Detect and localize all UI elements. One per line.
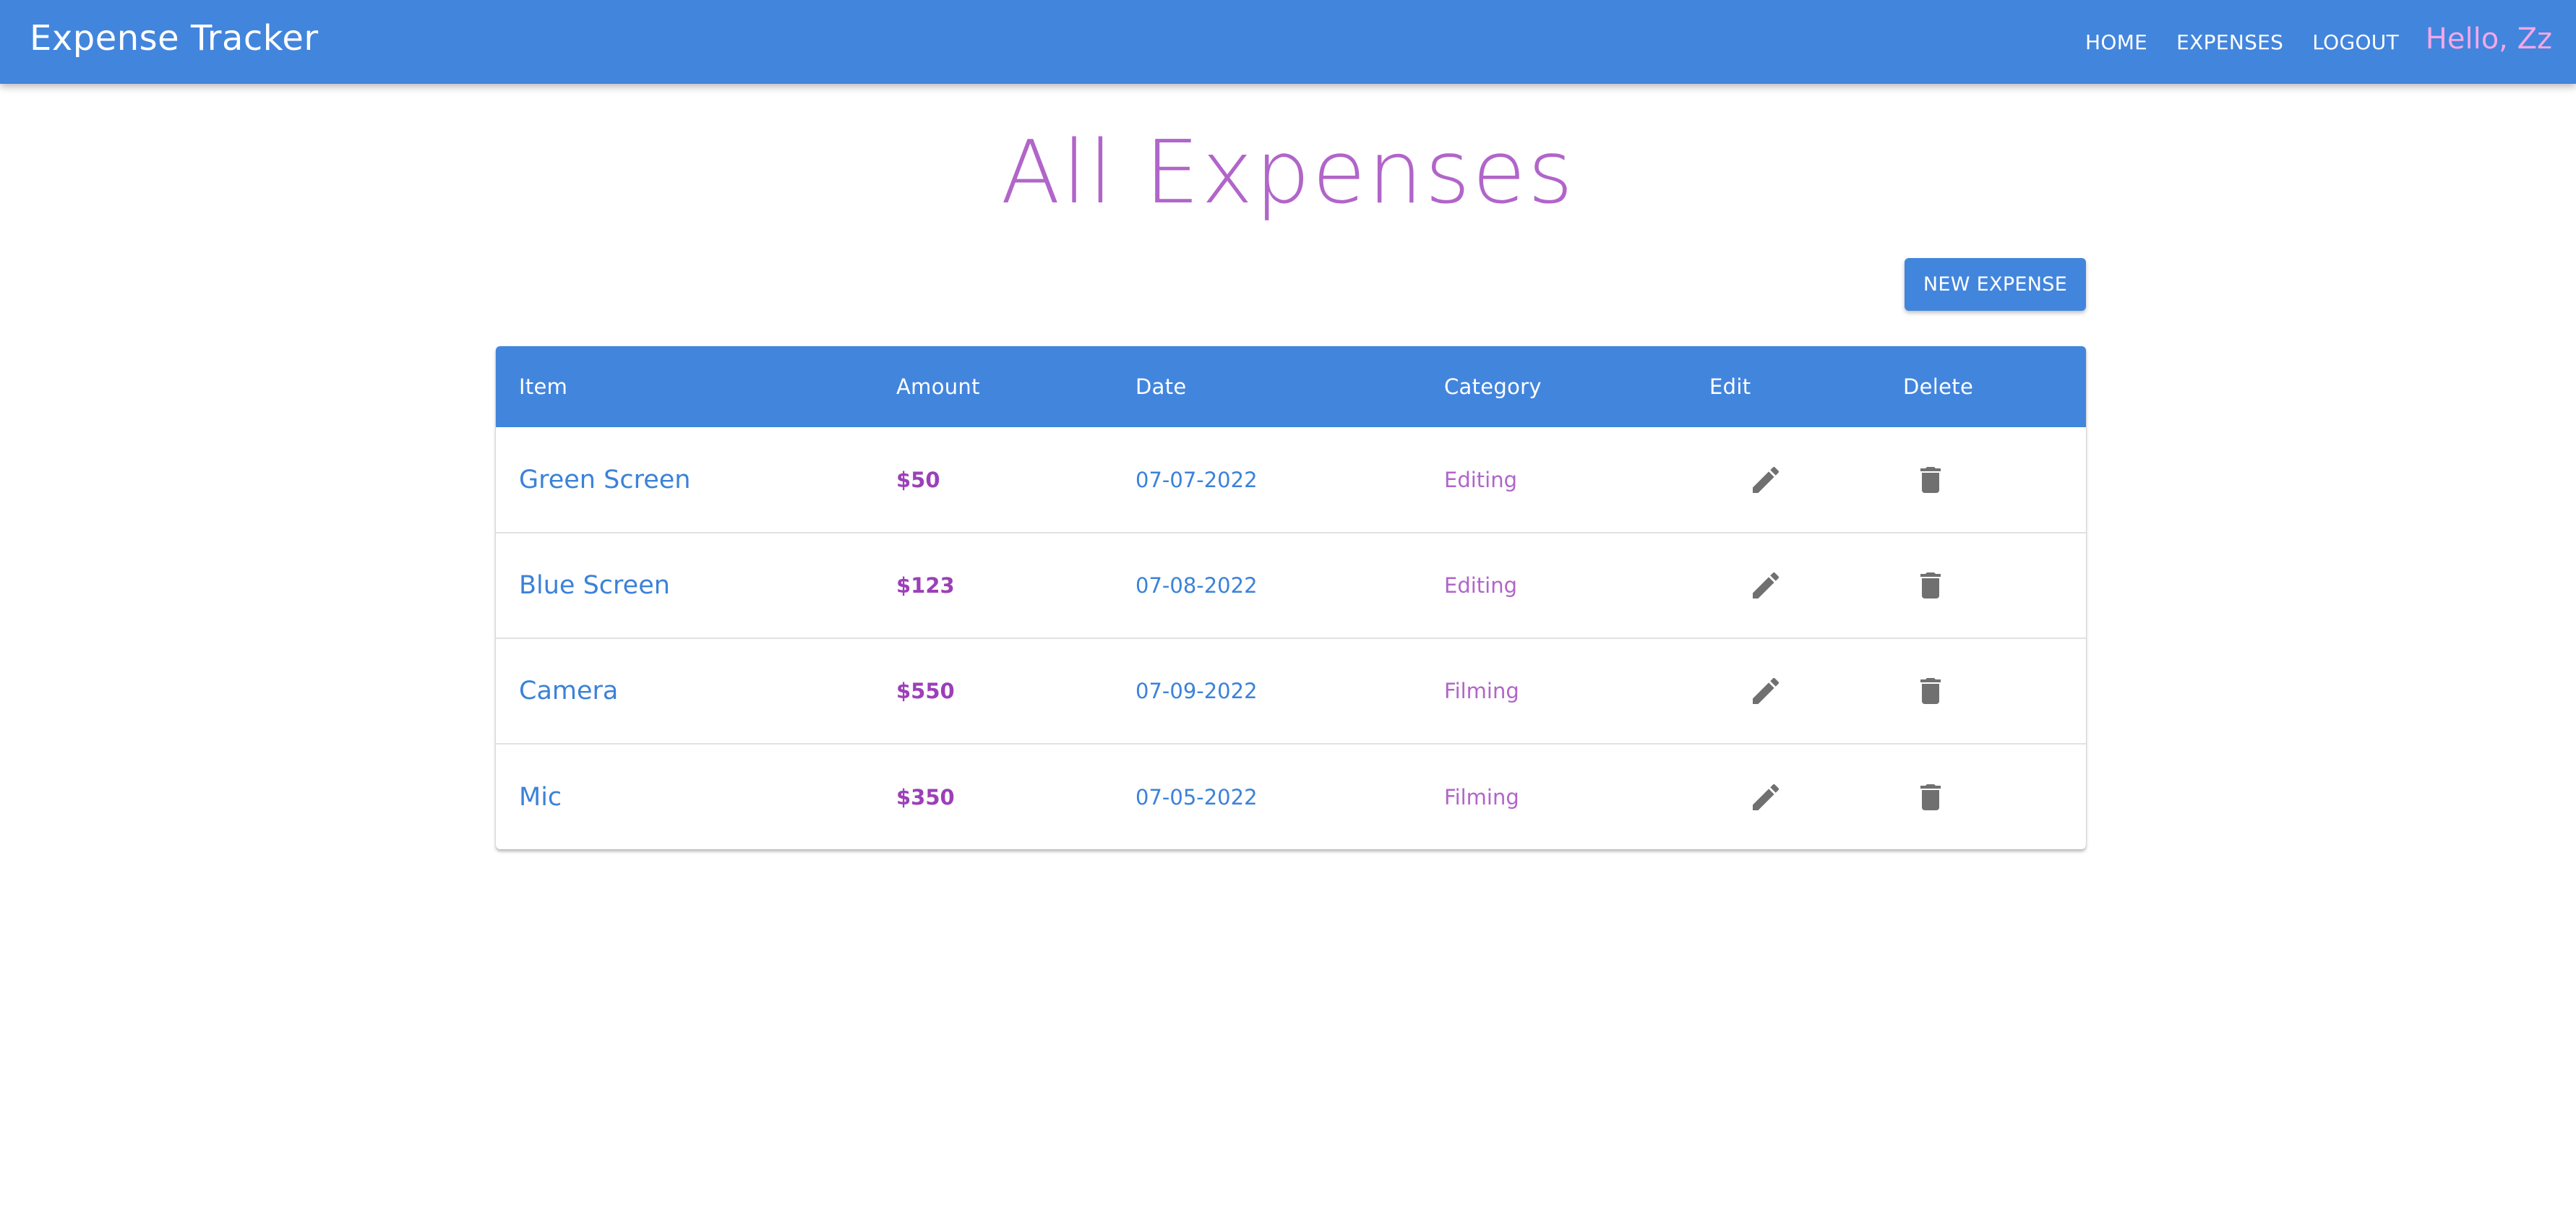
cell-category: Editing: [1444, 573, 1518, 598]
cell-category: Filming: [1444, 784, 1519, 810]
cell-item[interactable]: Green Screen: [496, 427, 873, 533]
cell-amount: $123: [896, 573, 955, 598]
trash-icon[interactable]: [1913, 463, 1948, 497]
cell-date: 07-05-2022: [1135, 784, 1258, 810]
header-category: Category: [1444, 374, 1542, 399]
pencil-icon[interactable]: [1748, 463, 1783, 497]
trash-icon[interactable]: [1913, 674, 1948, 708]
cell-edit: [1686, 427, 1880, 533]
table-header-row: Item Amount Date Category Edit Delete: [496, 346, 2086, 427]
cell-delete: [1880, 427, 2086, 533]
expenses-table: Item Amount Date Category Edit Delete Gr…: [496, 346, 2086, 849]
header-edit: Edit: [1709, 374, 1751, 399]
pencil-icon[interactable]: [1748, 780, 1783, 815]
nav-links: HOME EXPENSES LOGOUT: [2056, 0, 2399, 84]
cell-edit: [1686, 533, 1880, 638]
nav-logout-link[interactable]: LOGOUT: [2312, 30, 2399, 54]
nav-expenses-link[interactable]: EXPENSES: [2176, 30, 2283, 54]
cell-amount: $350: [896, 784, 955, 810]
cell-amount: $550: [896, 679, 955, 703]
expenses-table-card: Item Amount Date Category Edit Delete Gr…: [496, 346, 2086, 849]
cell-category: Editing: [1444, 467, 1518, 492]
header-item: Item: [519, 374, 568, 399]
cell-delete: [1880, 744, 2086, 849]
trash-icon[interactable]: [1913, 568, 1948, 603]
table-row: Mic $350 07-05-2022 Filming: [496, 744, 2086, 849]
page-title: All Expenses: [1000, 123, 1576, 223]
app-brand[interactable]: Expense Tracker: [30, 0, 319, 84]
table-row: Blue Screen $123 07-08-2022 Editing: [496, 533, 2086, 638]
cell-edit: [1686, 744, 1880, 849]
cell-edit: [1686, 638, 1880, 744]
pencil-icon[interactable]: [1748, 568, 1783, 603]
top-navbar: Expense Tracker HOME EXPENSES LOGOUT Hel…: [0, 0, 2576, 84]
user-greeting: Hello, Zz: [2425, 22, 2552, 56]
header-delete: Delete: [1903, 374, 1974, 399]
cell-item[interactable]: Camera: [496, 638, 873, 744]
cell-delete: [1880, 638, 2086, 744]
table-row: Green Screen $50 07-07-2022 Editing: [496, 427, 2086, 533]
new-expense-button[interactable]: NEW EXPENSE: [1905, 258, 2086, 311]
cell-delete: [1880, 533, 2086, 638]
nav-home-link[interactable]: HOME: [2085, 30, 2147, 54]
trash-icon[interactable]: [1913, 780, 1948, 815]
pencil-icon[interactable]: [1748, 674, 1783, 708]
cell-category: Filming: [1444, 679, 1519, 703]
table-row: Camera $550 07-09-2022 Filming: [496, 638, 2086, 744]
header-date: Date: [1135, 374, 1187, 399]
cell-date: 07-08-2022: [1135, 573, 1258, 598]
cell-amount: $50: [896, 467, 940, 492]
cell-item[interactable]: Mic: [496, 744, 873, 849]
cell-item[interactable]: Blue Screen: [496, 533, 873, 638]
cell-date: 07-09-2022: [1135, 679, 1258, 703]
cell-date: 07-07-2022: [1135, 467, 1258, 492]
header-amount: Amount: [896, 374, 980, 399]
